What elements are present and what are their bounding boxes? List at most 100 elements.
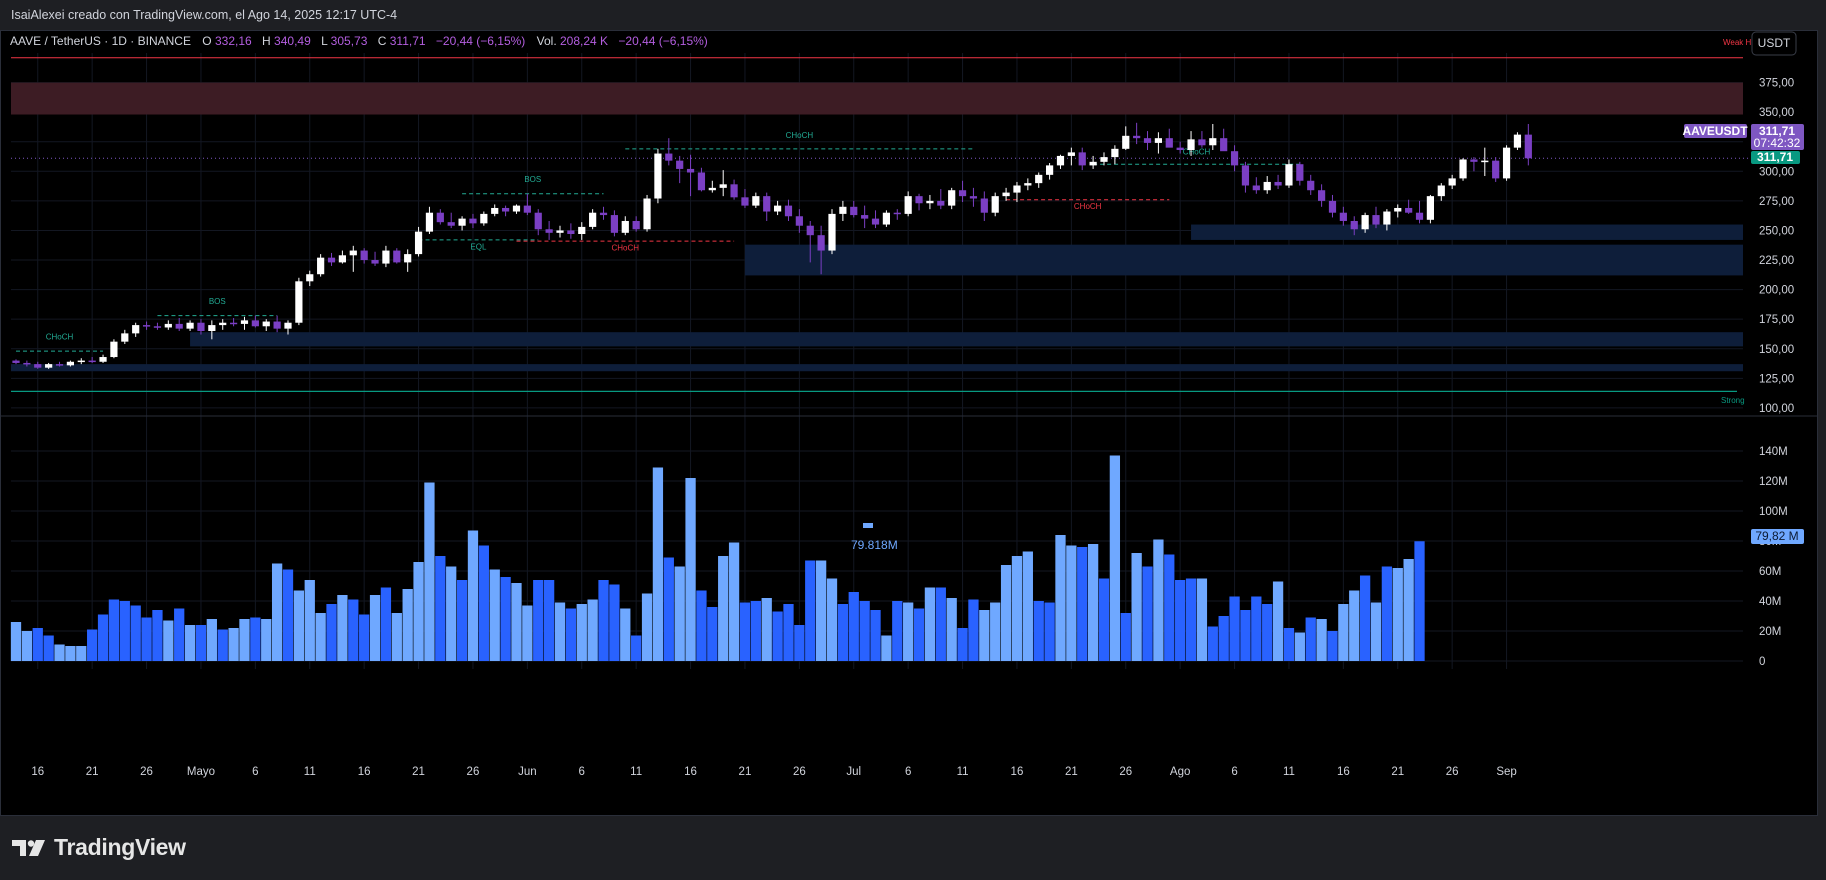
volume-bar bbox=[130, 605, 141, 661]
volume-value-label: 79.818M bbox=[851, 538, 898, 552]
volume-bar bbox=[1011, 556, 1023, 661]
candle-body bbox=[969, 196, 978, 199]
candle bbox=[1078, 147, 1086, 171]
tradingview-logo-text: TradingView bbox=[54, 834, 186, 860]
time-tick-label: 16 bbox=[1011, 766, 1024, 778]
candle-body bbox=[251, 320, 259, 327]
chart-frame[interactable]: CHoCH BOS BOS EQL CHoCH CHoCH CHoCH CHoCH 100,0… bbox=[0, 30, 1818, 816]
time-tick-label: 11 bbox=[304, 766, 316, 778]
candle-body bbox=[850, 206, 858, 216]
volume-bar bbox=[641, 593, 653, 661]
volume-bar bbox=[1142, 566, 1153, 661]
change-value: −20,44 (−6,15%) bbox=[436, 34, 525, 48]
time-tick-label: 6 bbox=[579, 766, 585, 778]
vol-change: −20,44 (−6,15%) bbox=[618, 34, 707, 48]
volume-bar bbox=[1044, 602, 1055, 661]
time-tick-label: Mayo bbox=[187, 766, 215, 778]
volume-bar bbox=[435, 556, 446, 661]
candle-body bbox=[1252, 185, 1260, 191]
candle-body bbox=[360, 250, 368, 261]
candle-body bbox=[327, 257, 336, 263]
candle bbox=[338, 250, 346, 264]
candle bbox=[828, 209, 836, 255]
candle-body bbox=[1383, 211, 1391, 225]
volume-bar bbox=[369, 595, 381, 661]
candle-body bbox=[545, 229, 553, 233]
candle bbox=[708, 180, 716, 193]
candle-body bbox=[904, 196, 912, 214]
volume-bar bbox=[979, 610, 990, 661]
volume-bar bbox=[326, 604, 337, 661]
candle-body bbox=[1187, 139, 1195, 151]
candle bbox=[686, 154, 695, 197]
volume-bar bbox=[935, 587, 946, 661]
volume-bar bbox=[1316, 619, 1327, 661]
candle-body bbox=[175, 323, 183, 329]
candle bbox=[578, 222, 586, 240]
candle-body bbox=[317, 257, 325, 275]
volume-bar bbox=[304, 580, 315, 661]
candle-body bbox=[665, 153, 673, 161]
candle bbox=[251, 315, 259, 328]
candle-body bbox=[915, 196, 923, 204]
structure-lines: CHoCH BOS BOS EQL CHoCH CHoCH CHoCH CHoCH bbox=[11, 131, 1750, 352]
tradingview-logo[interactable]: TradingView bbox=[12, 834, 186, 861]
volume-bar bbox=[108, 599, 120, 661]
volume-bar bbox=[587, 599, 598, 661]
volume-bar bbox=[533, 580, 544, 661]
demand-zone bbox=[11, 364, 1743, 372]
time-tick-label: 26 bbox=[793, 766, 806, 778]
candle-body bbox=[393, 250, 401, 263]
candle-body bbox=[23, 362, 31, 365]
candle-body bbox=[230, 322, 238, 325]
candle-body bbox=[1165, 138, 1173, 148]
volume-bar bbox=[359, 614, 370, 661]
volume-bar bbox=[631, 635, 642, 661]
candle-body bbox=[937, 200, 945, 206]
candle bbox=[850, 200, 858, 218]
candle-body bbox=[1111, 148, 1119, 158]
volume-bar bbox=[1000, 565, 1012, 661]
candle-body bbox=[512, 205, 521, 212]
volume-tick-label: 140M bbox=[1759, 446, 1788, 458]
currency-button[interactable]: USDT bbox=[1751, 31, 1797, 56]
candle bbox=[752, 192, 760, 208]
volume-bar bbox=[609, 584, 620, 661]
volume-bar bbox=[87, 629, 98, 661]
svg-text:AAVE / TetherUS · 1D · BINANCE: AAVE / TetherUS · 1D · BINANCE O 332,16 … bbox=[10, 34, 708, 48]
candle bbox=[327, 252, 336, 266]
volume-bar bbox=[1087, 544, 1099, 661]
volume-axis: 020M40M60M80M100M120M140M bbox=[1759, 446, 1788, 668]
candle bbox=[948, 187, 956, 210]
price-tag-2-text: 311,71 bbox=[1757, 150, 1793, 164]
volume-bar bbox=[250, 617, 261, 661]
volume-bar bbox=[348, 599, 359, 661]
volume-bar bbox=[1055, 535, 1066, 661]
candle bbox=[1328, 194, 1337, 218]
candle-body bbox=[338, 255, 346, 263]
candle-body bbox=[926, 200, 934, 204]
candle-body bbox=[240, 320, 249, 324]
volume-bar bbox=[870, 610, 881, 661]
volume-bar bbox=[1240, 610, 1251, 661]
candle-body bbox=[839, 206, 847, 214]
structure-label: CHoCH bbox=[611, 244, 639, 253]
volume-bar bbox=[467, 530, 479, 661]
volume-tick-label: 20M bbox=[1759, 626, 1781, 638]
volume-bar bbox=[1403, 559, 1414, 661]
candle-body bbox=[1513, 134, 1522, 148]
candle bbox=[1046, 163, 1054, 180]
candle bbox=[349, 245, 357, 272]
volume-bar bbox=[903, 602, 914, 661]
candle-body bbox=[1002, 192, 1010, 197]
volume-bar bbox=[1033, 601, 1044, 661]
volume-bar bbox=[968, 599, 979, 661]
symbol-label: AAVE / TetherUS · 1D · BINANCE bbox=[10, 34, 191, 48]
volume-bar bbox=[957, 628, 968, 661]
volume-bar bbox=[826, 578, 838, 661]
currency-button-label: USDT bbox=[1758, 36, 1791, 50]
candle bbox=[937, 189, 945, 210]
volume-bar bbox=[1327, 631, 1338, 661]
volume-tag-text: 79,82 M bbox=[1755, 529, 1798, 543]
candle bbox=[458, 216, 466, 231]
